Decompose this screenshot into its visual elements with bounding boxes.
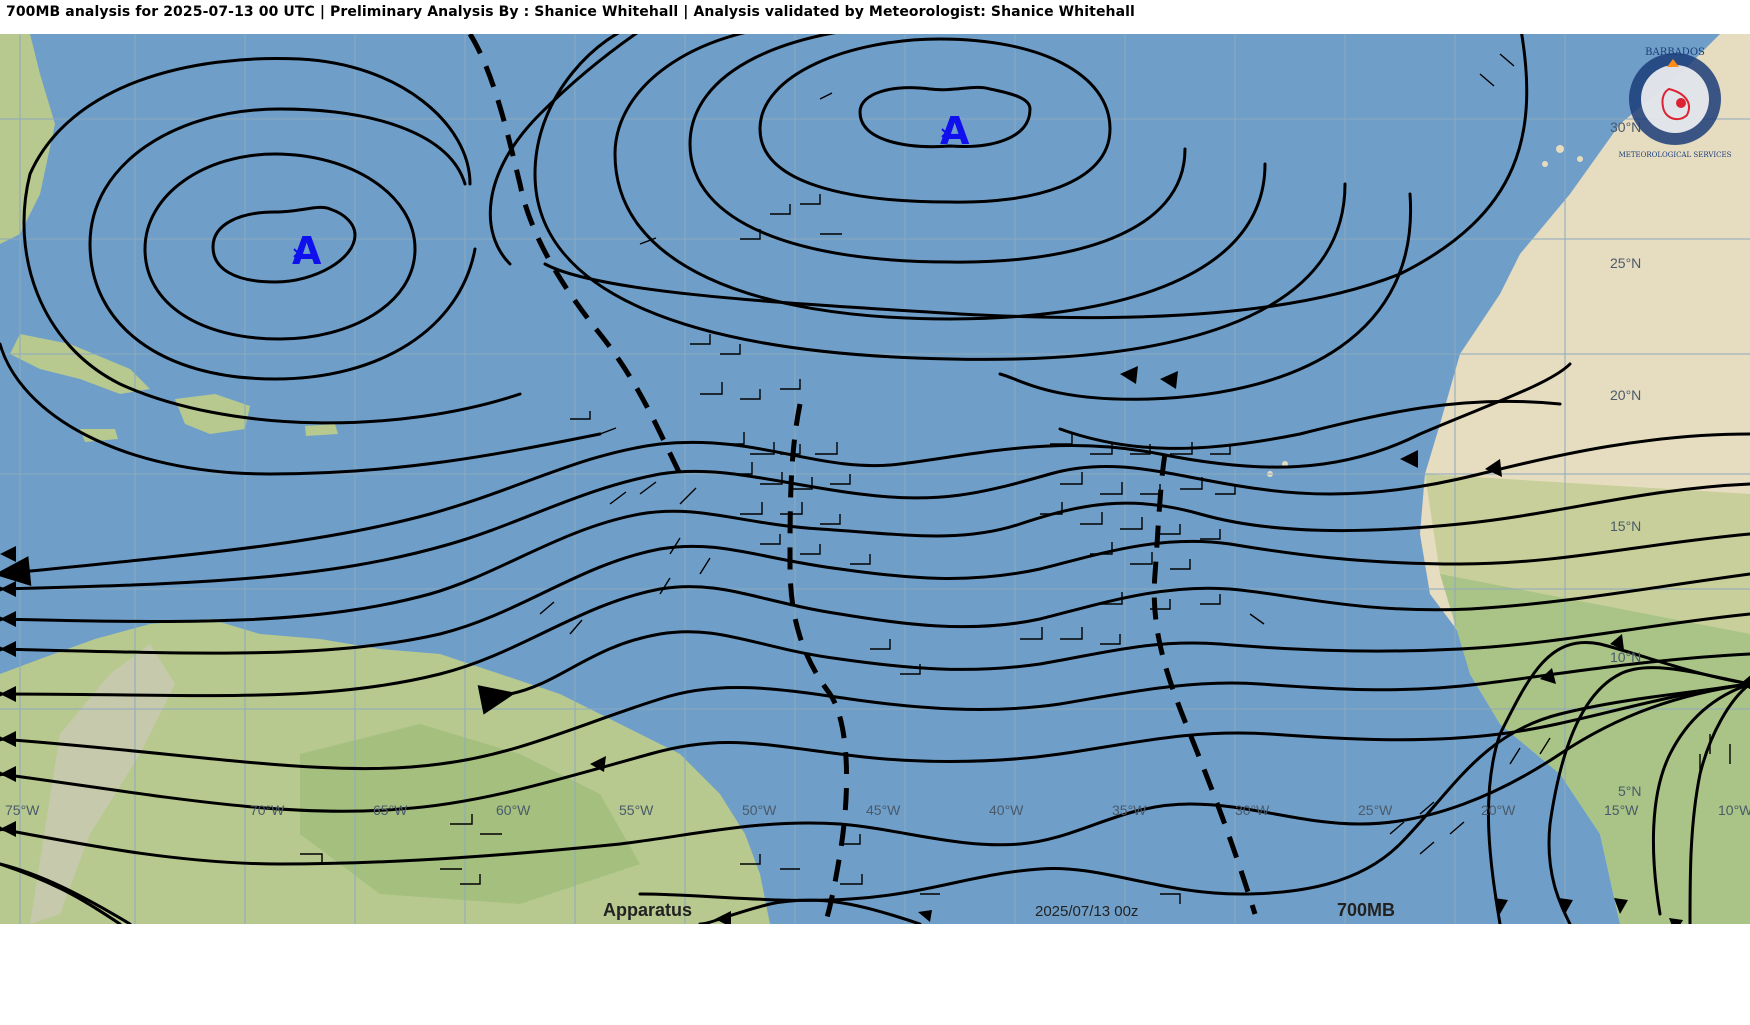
analysis-map: 30°N 25°N 20°N 15°N 10°N 5°N 75°W 70°W 6… bbox=[0, 34, 1750, 924]
blank-footer bbox=[0, 924, 1750, 1025]
lon-label-25w: 25°W bbox=[1358, 802, 1393, 818]
lon-label-10w: 10°W bbox=[1718, 802, 1750, 818]
level-label: 700MB bbox=[1337, 900, 1395, 920]
logo-text-top: BARBADOS bbox=[1645, 47, 1705, 58]
page-title: 700MB analysis for 2025-07-13 00 UTC | P… bbox=[6, 4, 1135, 20]
lat-label-20n: 20°N bbox=[1610, 387, 1641, 403]
lon-label-45w: 45°W bbox=[866, 802, 901, 818]
lon-label-40w: 40°W bbox=[989, 802, 1024, 818]
lon-label-60w: 60°W bbox=[496, 802, 531, 818]
lon-label-50w: 50°W bbox=[742, 802, 777, 818]
lon-label-65w: 65°W bbox=[373, 802, 408, 818]
lon-label-30w: 30°W bbox=[1235, 802, 1270, 818]
lon-label-15w: 15°W bbox=[1604, 802, 1639, 818]
longitude-labels: 75°W 70°W 65°W 60°W 55°W 50°W 45°W 40°W … bbox=[5, 802, 1750, 818]
lat-label-10n: 10°N bbox=[1610, 649, 1641, 665]
lon-label-70w: 70°W bbox=[250, 802, 285, 818]
timestamp-label: 2025/07/13 00z bbox=[1035, 903, 1138, 920]
lat-label-15n: 15°N bbox=[1610, 518, 1641, 534]
lon-label-75w: 75°W bbox=[5, 802, 40, 818]
watermark-label: Apparatus bbox=[603, 900, 692, 920]
lon-label-35w: 35°W bbox=[1112, 802, 1147, 818]
lat-label-25n: 25°N bbox=[1610, 255, 1641, 271]
lon-label-20w: 20°W bbox=[1481, 802, 1516, 818]
logo-text-bottom: METEOROLOGICAL SERVICES bbox=[1619, 151, 1732, 159]
land-puerto-rico bbox=[305, 424, 338, 436]
lat-label-5n: 5°N bbox=[1618, 783, 1642, 799]
lon-label-55w: 55°W bbox=[619, 802, 654, 818]
